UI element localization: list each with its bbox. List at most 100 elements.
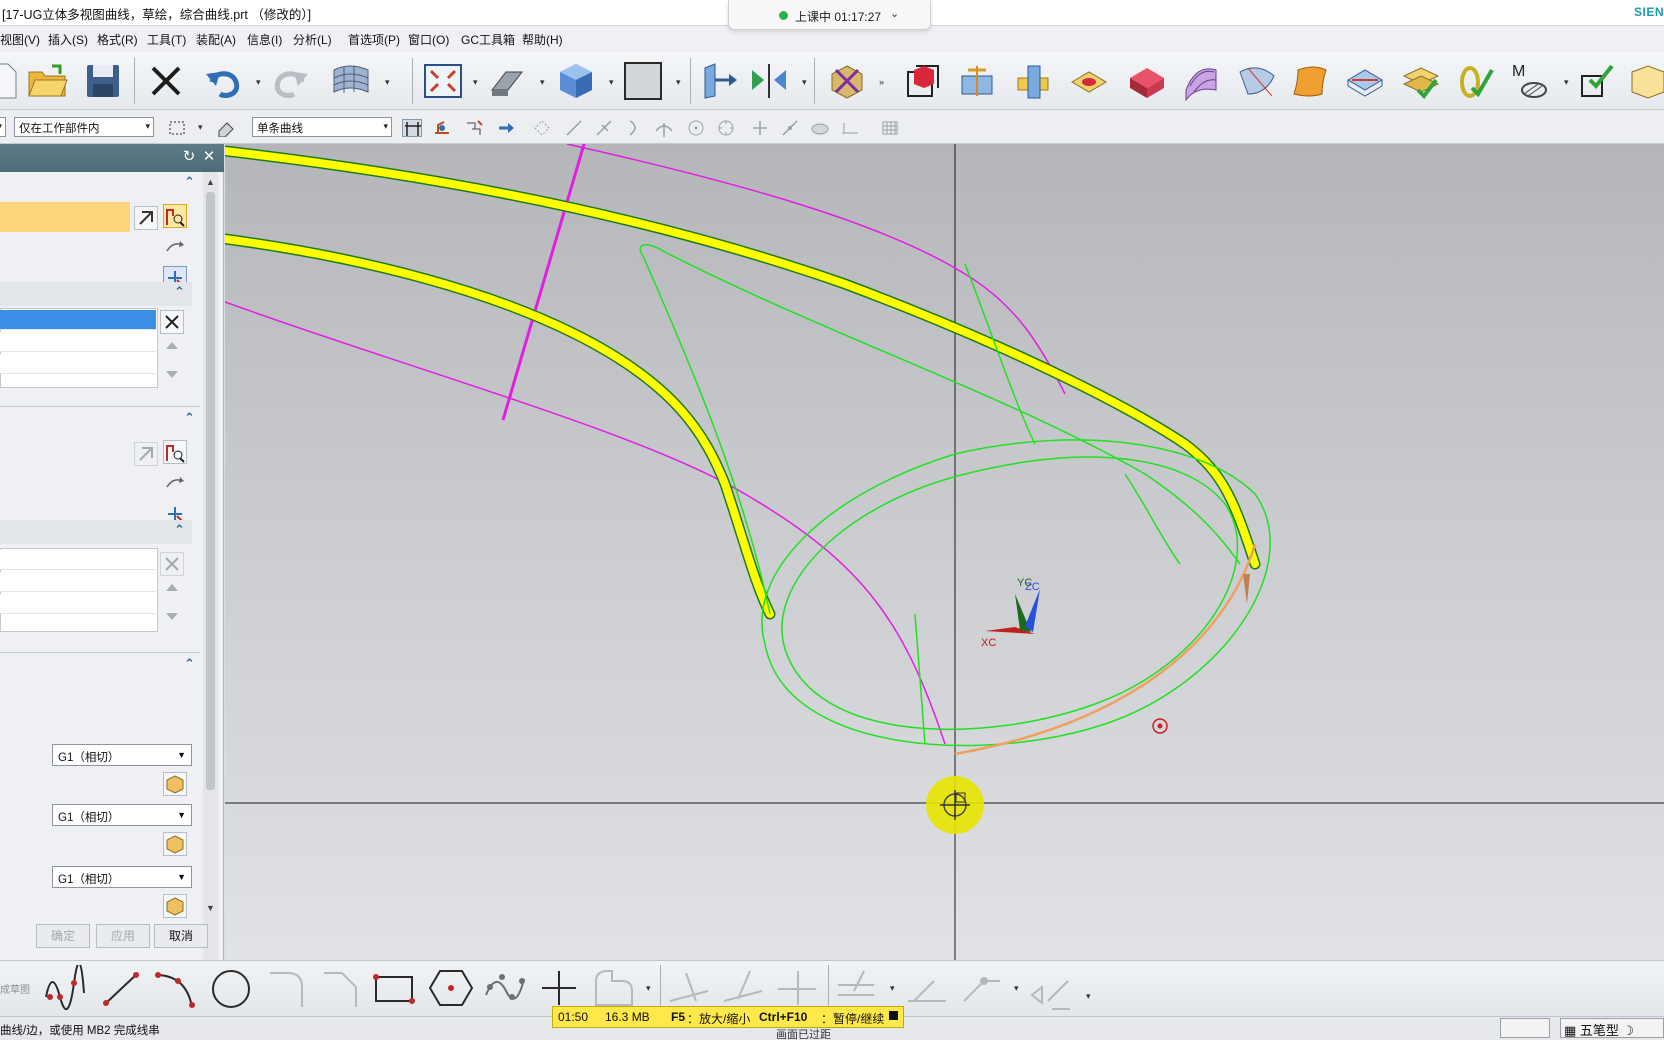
trim-icon[interactable]: [666, 965, 712, 1011]
menu-gc-toolbox[interactable]: GC工具箱: [461, 31, 515, 48]
curve-check-icon[interactable]: [1454, 60, 1496, 102]
rectangle-icon[interactable]: [372, 965, 418, 1011]
remove-item-button[interactable]: [160, 310, 184, 334]
apply-button[interactable]: 应用: [96, 924, 150, 948]
move-up-button[interactable]: [160, 336, 184, 360]
arrow-right-icon[interactable]: [496, 119, 516, 137]
collapse-section-icon[interactable]: ⌃: [184, 174, 195, 190]
constraint-icon[interactable]: [1028, 965, 1074, 1011]
menu-insert[interactable]: 插入(S): [48, 31, 88, 48]
menu-view[interactable]: 视图(V): [0, 31, 40, 48]
bounded-plane-icon[interactable]: [1290, 60, 1332, 102]
sew-icon[interactable]: [1344, 60, 1386, 102]
green-ellipse-inner[interactable]: [781, 456, 1239, 731]
snap-endpoint-icon[interactable]: [532, 119, 552, 137]
cancel-button[interactable]: 取消: [154, 924, 208, 948]
select-curve-button[interactable]: [163, 204, 187, 228]
list-item[interactable]: [0, 572, 156, 592]
select-face-button[interactable]: [163, 894, 187, 918]
select-curve-button[interactable]: [163, 440, 187, 464]
list-item[interactable]: [0, 332, 156, 352]
constraint-dropdown-icon[interactable]: ▾: [1086, 991, 1091, 1002]
snap-arc-center-icon[interactable]: [686, 119, 706, 137]
menu-analysis[interactable]: 分析(L): [293, 31, 332, 48]
ok-button[interactable]: 确定: [36, 924, 90, 948]
continuity-dropdown[interactable]: G1（相切） ▼: [52, 744, 192, 766]
transform-dropdown-icon[interactable]: ▾: [802, 77, 807, 88]
menu-format[interactable]: 格式(R): [97, 31, 138, 48]
rectangle-select-icon[interactable]: [168, 119, 188, 137]
sheet-icon[interactable]: [1236, 60, 1278, 102]
move-object-icon[interactable]: [697, 60, 739, 102]
list-item[interactable]: [0, 550, 156, 570]
green-guide-curve[interactable]: [914, 613, 926, 745]
deselect-button[interactable]: [134, 206, 158, 230]
offset-dropdown-icon[interactable]: ▾: [890, 983, 895, 994]
move-down-button[interactable]: [160, 602, 184, 626]
stop-recording-icon[interactable]: [889, 1011, 898, 1020]
project-dropdown-icon[interactable]: ▾: [1014, 983, 1019, 994]
move-up-button[interactable]: [160, 578, 184, 602]
orange-highlighted-curve[interactable]: [954, 543, 1257, 756]
menu-help[interactable]: 帮助(H): [522, 31, 563, 48]
scope-filter-dropdown[interactable]: 仅在工作部件内 ▾: [14, 117, 154, 137]
chamfer-icon[interactable]: [318, 965, 364, 1011]
edge-blend-icon[interactable]: [486, 60, 528, 102]
stop-at-intersection-icon[interactable]: [402, 119, 422, 137]
magenta-guide-curve[interactable]: [225, 301, 946, 745]
collapse-section-icon[interactable]: ⌃: [184, 410, 195, 426]
material-symbol-icon[interactable]: M: [1508, 60, 1550, 102]
list-item[interactable]: [0, 354, 156, 374]
menu-info[interactable]: 信息(I): [247, 31, 282, 48]
continuity-dropdown[interactable]: G1（相切） ▼: [52, 804, 192, 826]
list-item[interactable]: [0, 594, 156, 614]
extend-icon[interactable]: [720, 965, 766, 1011]
background-dropdown-icon[interactable]: ▾: [676, 77, 681, 88]
type-filter-dropdown[interactable]: ▾: [0, 117, 6, 137]
new-file-icon[interactable]: [0, 60, 24, 102]
trim-body-icon[interactable]: [956, 60, 998, 102]
delete-icon[interactable]: [145, 60, 187, 102]
green-ellipse-outer[interactable]: [761, 439, 1271, 747]
eraser-icon[interactable]: [216, 119, 236, 137]
line-icon[interactable]: [98, 965, 144, 1011]
select-face-button[interactable]: [163, 832, 187, 856]
active-selection-field[interactable]: [0, 202, 130, 232]
mirror-icon[interactable]: [904, 965, 950, 1011]
wireframe-box-icon[interactable]: [1626, 60, 1664, 102]
menu-preferences[interactable]: 首选项(P): [348, 31, 400, 48]
shaded-cube-icon[interactable]: [555, 60, 597, 102]
follow-fillet-icon[interactable]: [432, 119, 452, 137]
view-dropdown-icon[interactable]: ▾: [473, 77, 478, 88]
scroll-up-icon[interactable]: ▲: [204, 176, 217, 189]
more-curves-dropdown-icon[interactable]: ▾: [646, 983, 651, 994]
polygon-icon[interactable]: [428, 965, 474, 1011]
fit-spline-icon[interactable]: [482, 965, 528, 1011]
fit-view-icon[interactable]: [422, 60, 464, 102]
continuity-dropdown[interactable]: G1（相切） ▼: [52, 866, 192, 888]
menu-window[interactable]: 窗口(O): [408, 31, 449, 48]
magenta-cross-curve[interactable]: [501, 144, 587, 421]
remove-item-button[interactable]: [160, 552, 184, 576]
move-down-button[interactable]: [160, 360, 184, 384]
snap-on-surface-icon[interactable]: [810, 119, 830, 137]
reset-icon[interactable]: ↻: [180, 148, 198, 166]
select-face-button[interactable]: [163, 772, 187, 796]
blend-dropdown-icon[interactable]: ▾: [540, 77, 545, 88]
deselect-button[interactable]: [134, 442, 158, 466]
menu-tools[interactable]: 工具(T): [147, 31, 186, 48]
curve-rule-dropdown[interactable]: 单条曲线 ▾: [252, 117, 392, 137]
menu-assembly[interactable]: 装配(A): [196, 31, 236, 48]
collapse-list-icon[interactable]: ⌃: [174, 522, 185, 538]
render-dropdown-icon[interactable]: ▾: [609, 77, 614, 88]
project-icon[interactable]: [958, 965, 1004, 1011]
undo-dropdown-icon[interactable]: ▾: [256, 77, 261, 88]
close-icon[interactable]: ✕: [200, 148, 218, 166]
extrude-face-icon[interactable]: [1126, 60, 1168, 102]
snap-control-icon[interactable]: [624, 119, 644, 137]
direction-arrow-icon[interactable]: [1243, 574, 1250, 604]
delete-body-icon[interactable]: [826, 60, 868, 102]
reverse-direction-button[interactable]: [163, 236, 187, 260]
thicken-check-icon[interactable]: [1400, 60, 1442, 102]
green-guide-curve[interactable]: [1124, 473, 1181, 565]
